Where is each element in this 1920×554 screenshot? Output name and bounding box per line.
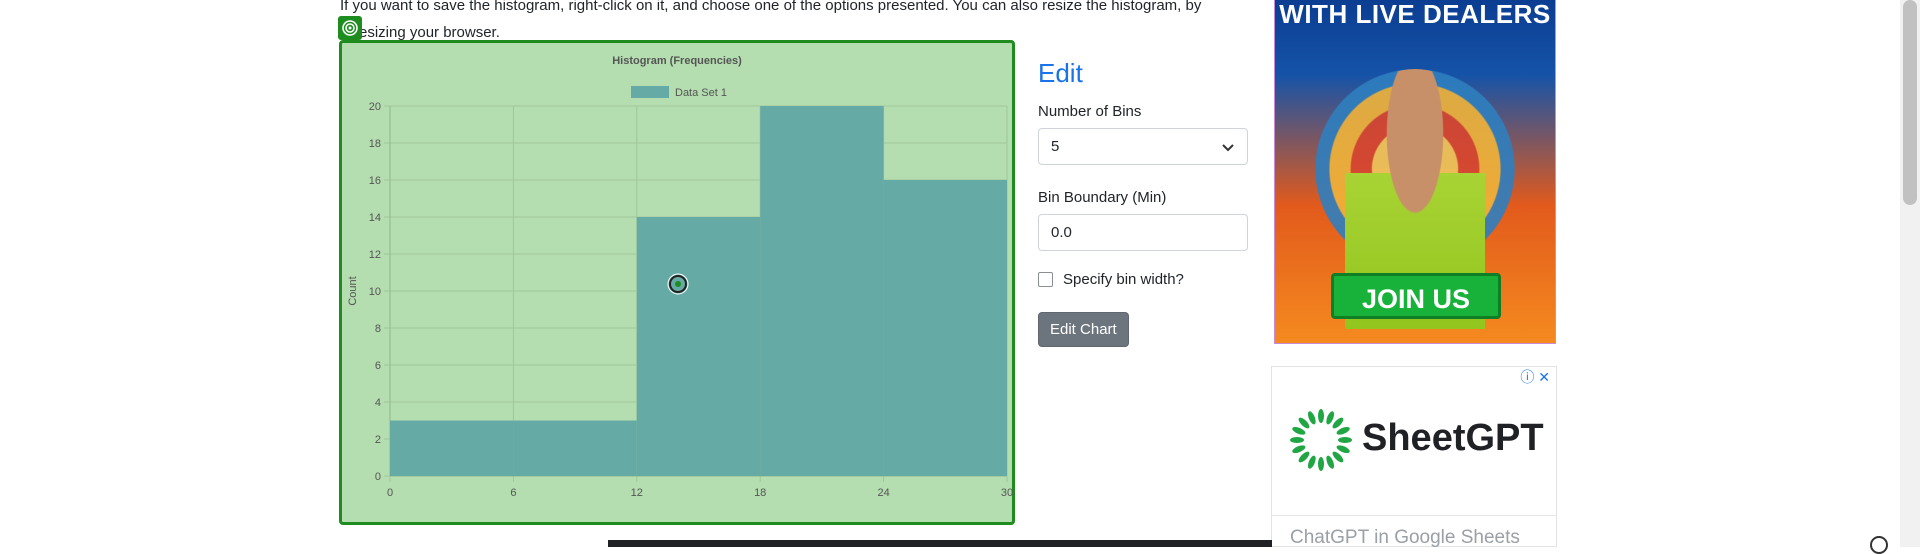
x-tick-label: 0 [387,487,393,499]
histogram-bar[interactable] [636,217,761,476]
ad-divider [1272,515,1556,516]
edit-title: Edit [1038,58,1083,88]
boundary-value: 0.0 [1051,224,1072,241]
x-tick-label: 18 [754,487,766,499]
x-tick-label: 6 [510,487,516,499]
crosshair-target-icon [667,273,689,295]
x-tick-label: 12 [631,487,643,499]
histogram-bar[interactable] [883,180,1007,476]
bin-width-checkbox[interactable] [1038,272,1053,287]
logo-ray [1338,437,1352,443]
bins-value: 5 [1051,138,1060,155]
chart-title: Histogram (Frequencies) [612,55,742,67]
info-icon[interactable]: ⓘ [1520,369,1534,385]
edit-chart-button[interactable]: Edit Chart [1038,312,1129,347]
y-tick-label: 12 [369,249,381,261]
intro-line-1: If you want to save the histogram, right… [340,0,1202,14]
y-tick-label: 18 [369,138,381,150]
histogram-bar[interactable] [760,106,884,476]
bins-select[interactable]: 5 [1038,128,1248,165]
x-tick-label: 30 [1001,487,1013,499]
bin-width-label[interactable]: Specify bin width? [1063,271,1184,288]
x-axis-ticks: 0 6 12 18 24 30 [387,487,1013,499]
sheetgpt-ad[interactable]: ⓘ ✕ SheetGPT ChatGPT in Google Sheets [1271,366,1557,548]
y-tick-label: 20 [369,101,381,113]
y-axis-ticks: 0 2 4 6 8 10 12 14 16 18 20 [369,101,381,483]
y-axis-label: Count [347,276,359,305]
y-tick-label: 8 [375,323,381,335]
join-us-button[interactable]: JOIN US [1331,273,1501,319]
ad-brand: SheetGPT [1362,417,1544,459]
ad-controls[interactable]: ⓘ ✕ [1520,367,1550,387]
histogram-bar[interactable] [513,420,637,477]
target-icon[interactable] [338,16,362,40]
y-tick-label: 14 [369,212,381,224]
casino-ad[interactable]: WITH LIVE DEALERS JOIN US [1274,0,1556,344]
video-strip [608,540,1272,547]
ad-headline: WITH LIVE DEALERS [1279,0,1551,29]
chevron-down-icon [1222,143,1234,151]
y-tick-label: 0 [375,471,381,483]
ad-tagline: ChatGPT in Google Sheets [1290,527,1520,548]
y-tick-label: 10 [369,286,381,298]
y-tick-label: 2 [375,434,381,446]
y-tick-label: 16 [369,175,381,187]
y-tick-label: 4 [375,397,381,409]
edit-panel: Edit Number of Bins 5 Bin Boundary (Min)… [1038,58,1248,347]
legend-swatch [631,86,669,98]
bin-width-row[interactable]: Specify bin width? [1038,271,1248,288]
boundary-label: Bin Boundary (Min) [1038,189,1167,206]
scrollbar-thumb[interactable] [1903,0,1917,205]
close-circle-icon[interactable] [1870,536,1888,554]
logo-ray [1290,437,1304,443]
x-tick-label: 24 [877,487,889,499]
histogram-bar[interactable] [390,420,514,477]
boundary-input[interactable]: 0.0 [1038,214,1248,251]
bins-label: Number of Bins [1038,103,1142,120]
sheetgpt-logo [1290,409,1352,471]
legend-label[interactable]: Data Set 1 [675,87,727,99]
close-icon[interactable]: ✕ [1538,369,1550,385]
histogram-chart[interactable]: Histogram (Frequencies) Data Set 1 02468… [339,40,1015,525]
y-tick-label: 6 [375,360,381,372]
logo-ray [1318,409,1324,423]
logo-ray [1318,457,1324,471]
